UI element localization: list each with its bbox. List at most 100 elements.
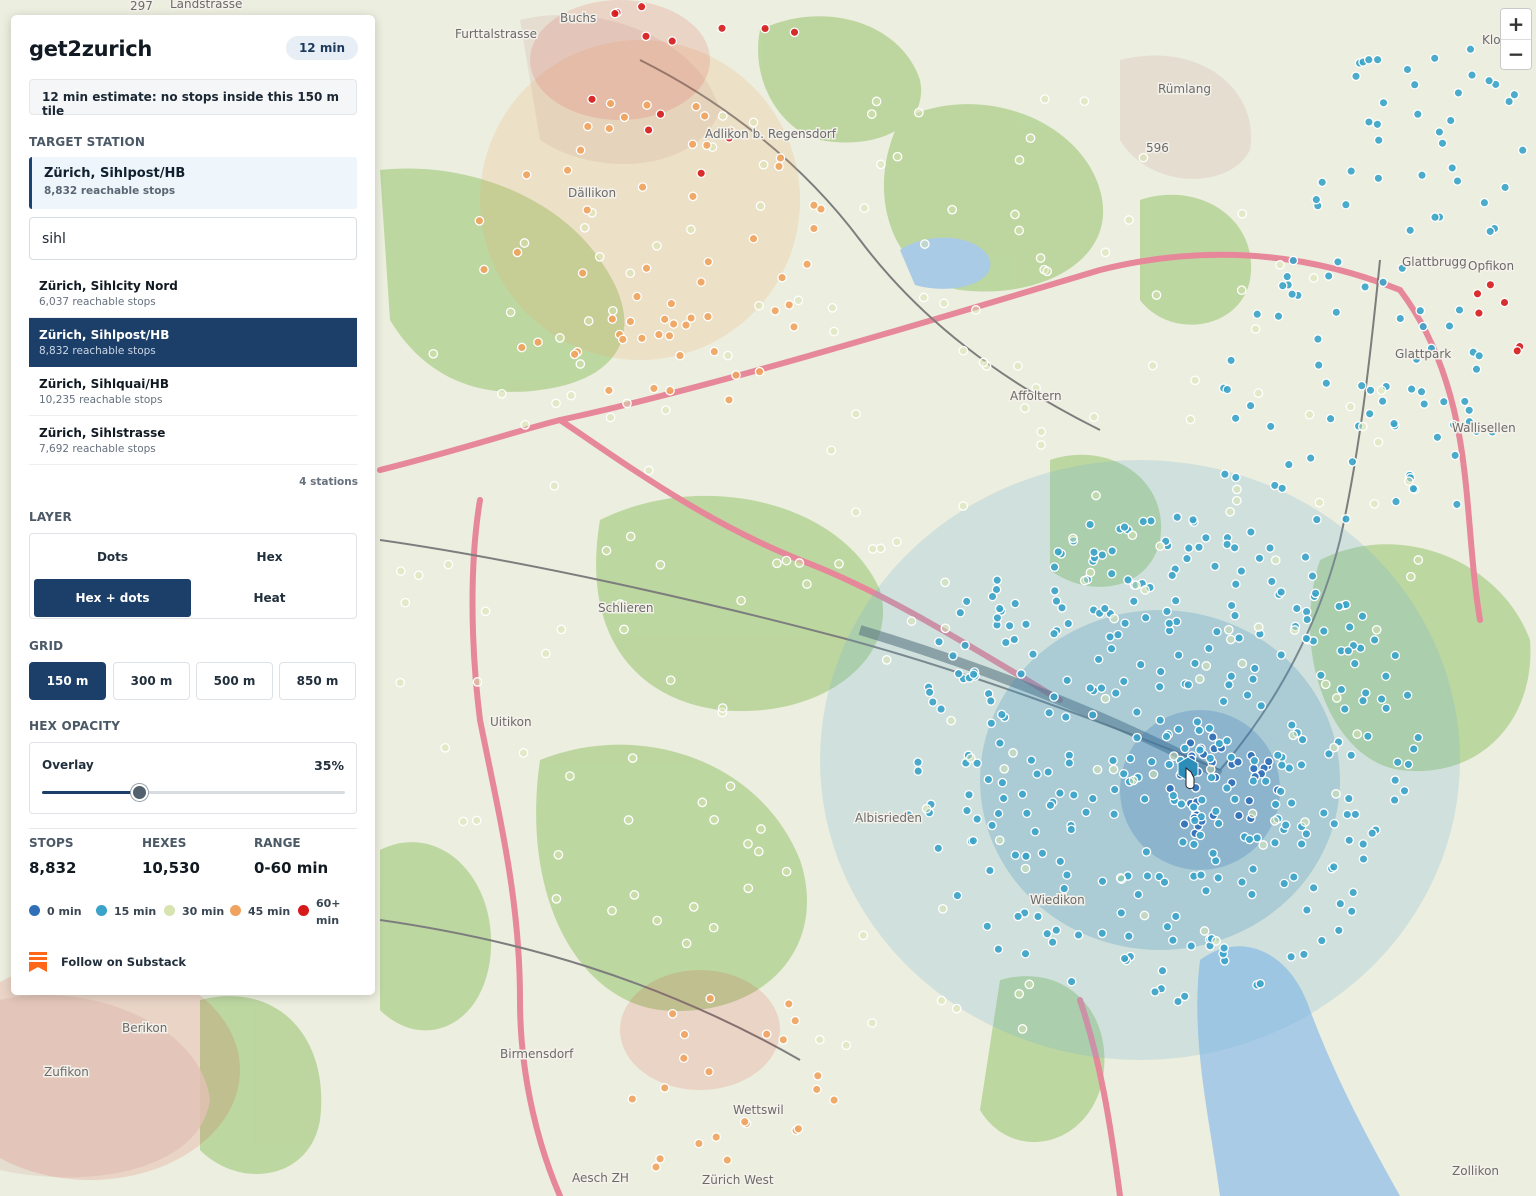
stop-dot [723, 350, 733, 361]
stop-dot [601, 545, 612, 556]
stop-dot [953, 668, 964, 679]
stop-dot [1194, 542, 1204, 553]
stop-dot [1009, 634, 1020, 645]
stop-dot [660, 405, 671, 416]
station-search-input[interactable] [29, 217, 357, 260]
stop-dot [566, 390, 577, 401]
map-label-schlieren: Schlieren [598, 601, 654, 615]
stop-dot [1270, 555, 1281, 566]
stop-dot [458, 816, 469, 827]
stop-dot [1024, 979, 1035, 990]
stop-dot [1313, 360, 1324, 370]
stop-dot [1096, 683, 1107, 693]
stop-dot [1418, 321, 1429, 332]
stop-dot [892, 536, 902, 547]
stop-dot [1194, 674, 1205, 684]
stop-dot [1329, 742, 1339, 753]
stop-dot [1230, 413, 1241, 424]
stop-dot [1357, 611, 1368, 622]
stop-dot [829, 326, 839, 337]
stop-dot [1276, 650, 1287, 660]
stop-dot [1288, 872, 1299, 882]
stop-dot [1404, 476, 1414, 487]
stop-dot [1051, 596, 1062, 606]
stop-dot [1014, 989, 1025, 999]
stop-dot [1341, 199, 1351, 210]
stop-dot [919, 239, 930, 249]
stop-dot [400, 597, 411, 608]
stop-dot [1188, 802, 1199, 812]
map-label-buchs: Buchs [560, 11, 596, 25]
layer-option-dots[interactable]: Dots [34, 538, 191, 576]
target-station-count: 8,832 reachable stops [44, 185, 176, 197]
stop-dot [1085, 683, 1096, 693]
grid-option-300m[interactable]: 300 m [113, 662, 190, 700]
stop-dot [625, 316, 636, 327]
stop-dot [1154, 681, 1165, 692]
stop-dot [1296, 760, 1307, 770]
stop-dot [1286, 720, 1297, 730]
stop-dot [913, 757, 923, 768]
stop-dot [1161, 731, 1172, 742]
stop-dot [1248, 776, 1259, 786]
stop-dot [551, 398, 561, 409]
opacity-slider[interactable] [42, 784, 345, 801]
stop-dot [1201, 532, 1211, 543]
stop-dot [1358, 839, 1369, 849]
stop-dot [1219, 943, 1229, 953]
stop-dot [1286, 798, 1297, 808]
stop-dot [1106, 568, 1117, 579]
grid-option-850m[interactable]: 850 m [279, 662, 356, 700]
stop-dot [1225, 634, 1236, 645]
stop-dot [1047, 937, 1058, 948]
map-label-aesch: Aesch ZH [572, 1171, 629, 1185]
stop-dot [1277, 280, 1288, 291]
stop-dot [667, 1008, 678, 1019]
stop-dot [1273, 311, 1284, 322]
result-item[interactable]: Zürich, Sihlpost/HB 8,832 reachable stops [29, 318, 357, 367]
stop-dot [999, 763, 1010, 774]
stop-dot [479, 264, 489, 275]
stop-dot [1256, 700, 1267, 711]
stop-dot [1138, 516, 1149, 527]
stop-dot [754, 366, 765, 377]
stop-dot [1403, 759, 1414, 770]
stop-dot [1085, 567, 1096, 578]
stop-dot [696, 168, 707, 179]
stop-dot [632, 291, 642, 302]
stop-dot [964, 789, 974, 800]
grid-option-500m[interactable]: 500 m [196, 662, 273, 700]
substack-link[interactable]: Follow on Substack [29, 950, 186, 974]
layer-option-hex[interactable]: Hex [191, 538, 348, 576]
stop-dot [1369, 635, 1380, 645]
stop-dot [1311, 514, 1322, 525]
result-item[interactable]: Zürich, Sihlcity Nord 6,037 reachable sto… [29, 269, 357, 318]
stop-dot [1333, 925, 1344, 936]
stop-dot [814, 1034, 825, 1045]
slider-thumb[interactable] [130, 784, 148, 801]
layer-option-hex-dots[interactable]: Hex + dots [34, 579, 191, 617]
stop-dot [521, 169, 532, 180]
stop-dot [1013, 361, 1023, 371]
zoom-out-button[interactable]: − [1501, 38, 1531, 69]
opacity-section-label: HEX OPACITY [29, 719, 121, 733]
result-item[interactable]: Zürich, Sihlstrasse 7,692 reachable stops [29, 416, 357, 465]
stop-dot [1389, 795, 1400, 805]
stop-dot [1391, 496, 1401, 507]
stop-dot [1472, 288, 1483, 299]
substack-icon [29, 952, 47, 972]
zoom-in-button[interactable]: + [1501, 9, 1531, 39]
stop-dot [1389, 418, 1399, 429]
stop-dot [955, 607, 966, 618]
stop-dot [933, 843, 944, 854]
stop-dot [654, 329, 664, 340]
layer-option-heat[interactable]: Heat [191, 579, 348, 617]
result-item[interactable]: Zürich, Sihlquai/HB 10,235 reachable stop… [29, 367, 357, 416]
time-legend: 0 min 15 min 30 min 45 min 60+ min [29, 895, 357, 929]
stop-dot [1127, 530, 1138, 541]
stop-dot [1173, 724, 1184, 735]
stop-dot [1208, 848, 1218, 859]
grid-option-150m[interactable]: 150 m [29, 662, 106, 700]
stop-dot [1226, 600, 1237, 611]
legend-item: 15 min [96, 903, 156, 920]
